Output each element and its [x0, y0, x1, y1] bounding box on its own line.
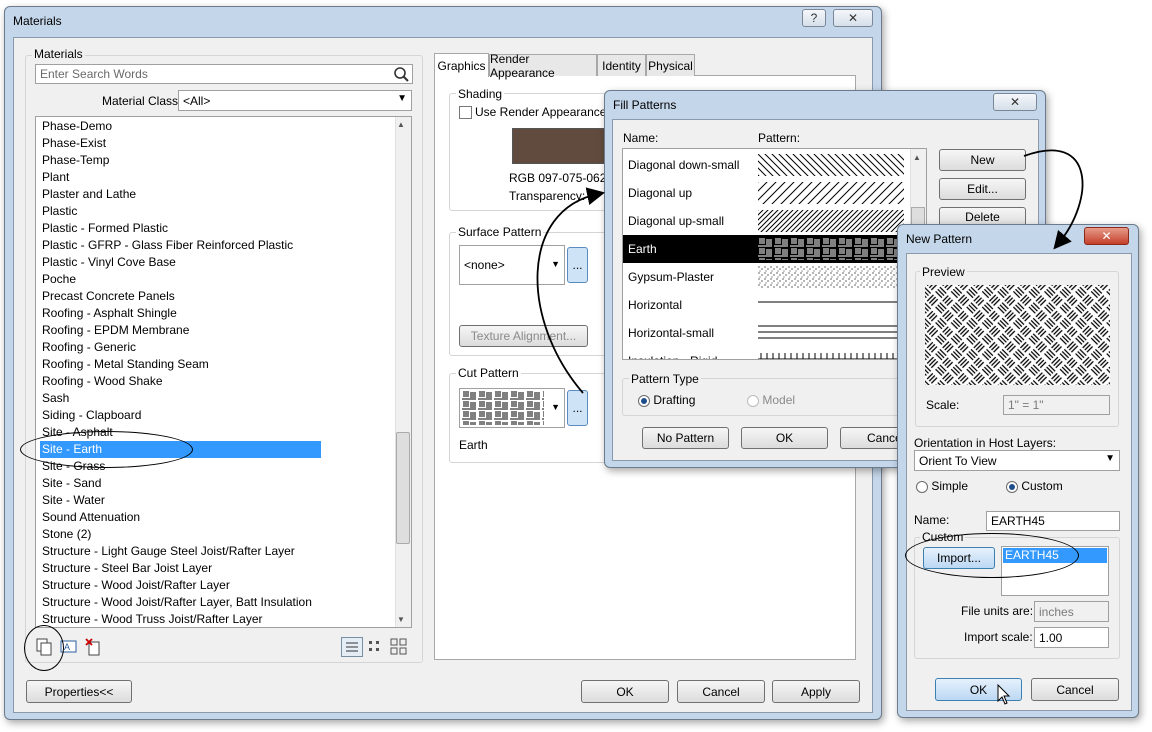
annotation-arrows — [536, 149, 1084, 394]
arrow-to-fill-patterns — [536, 187, 606, 394]
arrow-to-new-pattern — [1023, 149, 1084, 250]
